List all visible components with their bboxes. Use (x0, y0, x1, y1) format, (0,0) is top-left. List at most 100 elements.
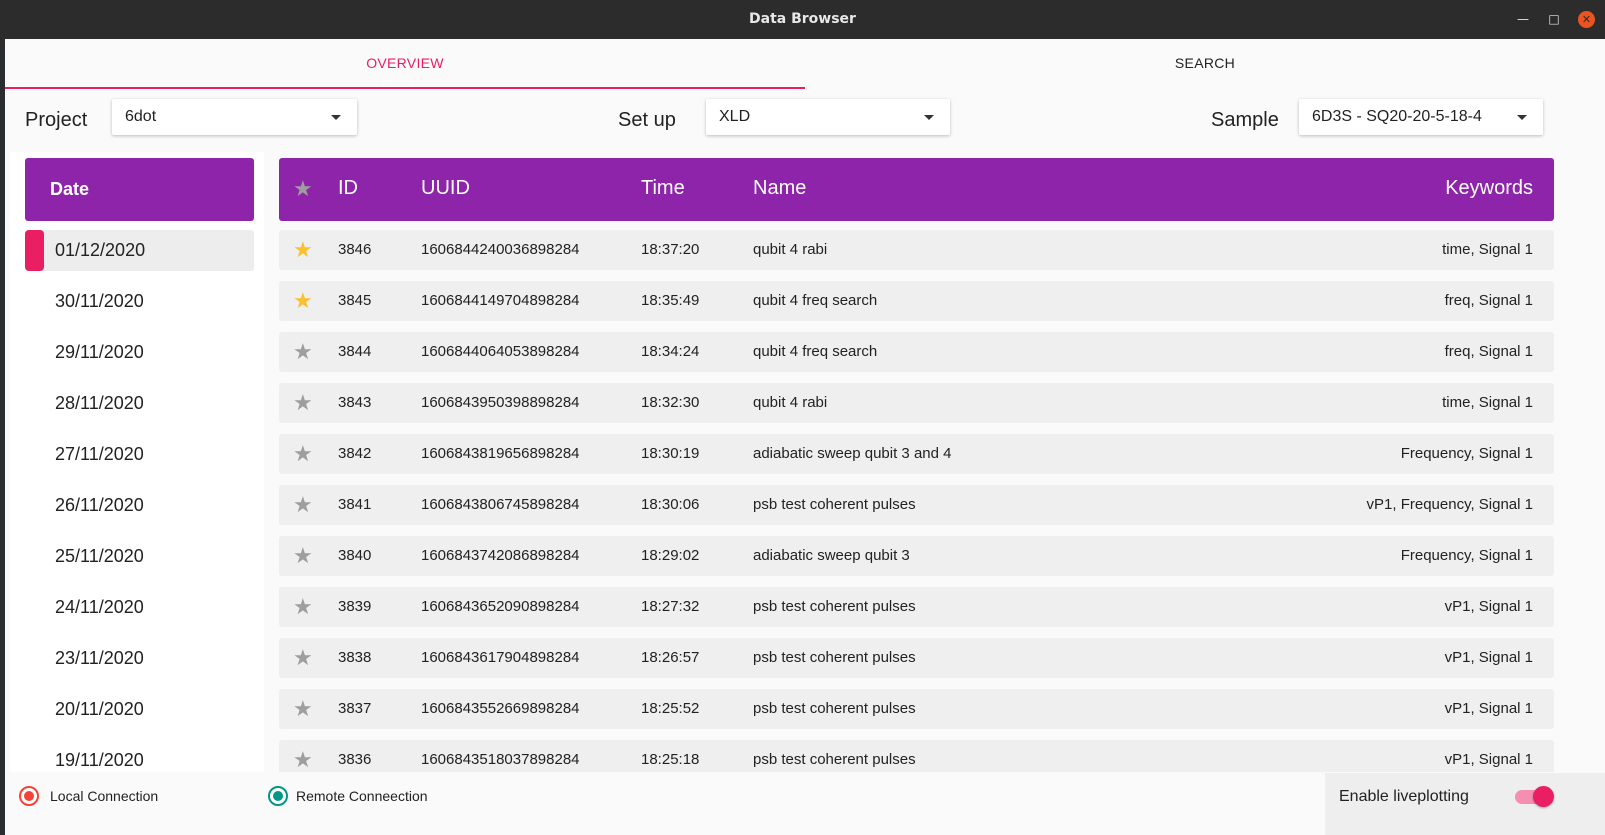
row-keywords: freq, Signal 1 (1444, 292, 1533, 309)
star-icon[interactable]: ★ (293, 647, 313, 669)
row-keywords: time, Signal 1 (1442, 394, 1533, 411)
row-uuid: 1606844149704898284 (421, 292, 580, 309)
row-id: 3844 (338, 343, 372, 360)
table-row[interactable]: ★ 3839 1606843652090898284 18:27:32 psb test… (279, 587, 1554, 627)
date-label: 01/12/2020 (55, 240, 146, 260)
table-header: ★ ID UUID Time Name Keywords (279, 158, 1554, 221)
maximize-icon[interactable]: □ (1547, 12, 1561, 26)
row-id: 3842 (338, 445, 372, 462)
column-header-time[interactable]: Time (641, 177, 685, 200)
date-list-item[interactable]: 30/11/2020 (25, 281, 254, 322)
row-id: 3840 (338, 547, 372, 564)
date-list-item[interactable]: 01/12/2020 (25, 230, 254, 271)
sample-select[interactable]: 6D3S - SQ20-20-5-18-4 (1299, 99, 1543, 135)
date-list-item[interactable]: 28/11/2020 (25, 383, 254, 424)
project-select-value: 6dot (125, 108, 157, 125)
date-list-item[interactable]: 29/11/2020 (25, 332, 254, 373)
row-name: qubit 4 freq search (753, 343, 878, 360)
setup-label: Set up (618, 109, 676, 131)
row-name: adiabatic sweep qubit 3 (753, 547, 910, 564)
column-header-name[interactable]: Name (753, 177, 806, 200)
row-name: adiabatic sweep qubit 3 and 4 (753, 445, 952, 462)
liveplotting-label: Enable liveplotting (1339, 788, 1469, 805)
date-list-item[interactable]: 26/11/2020 (25, 485, 254, 526)
star-icon[interactable]: ★ (293, 596, 313, 618)
row-uuid: 1606843819656898284 (421, 445, 580, 462)
row-time: 18:25:52 (641, 700, 700, 717)
date-list-panel[interactable]: Date 01/12/2020 30/11/2020 29/11/2020 28/11… (10, 152, 264, 822)
table-row[interactable]: ★ 3841 1606843806745898284 18:30:06 psb test… (279, 485, 1554, 525)
setup-select-value: XLD (719, 108, 751, 125)
sample-label: Sample (1211, 109, 1279, 131)
date-label: 24/11/2020 (55, 597, 144, 617)
star-icon[interactable]: ★ (293, 494, 313, 516)
row-name: psb test coherent pulses (753, 700, 916, 717)
row-time: 18:30:06 (641, 496, 700, 513)
liveplotting-toggle-thumb[interactable] (1533, 786, 1554, 807)
app-window: OVERVIEW SEARCH Project 6dot Set up XLD … (5, 39, 1605, 835)
table-row[interactable]: ★ 3842 1606843819656898284 18:30:19 adiabati… (279, 434, 1554, 474)
row-id: 3838 (338, 649, 372, 666)
column-header-uuid[interactable]: UUID (421, 177, 470, 200)
row-time: 18:35:49 (641, 292, 700, 309)
star-icon[interactable]: ★ (293, 392, 313, 414)
row-uuid: 1606843950398898284 (421, 394, 580, 411)
row-name: psb test coherent pulses (753, 649, 916, 666)
date-label: 29/11/2020 (55, 342, 144, 362)
tab-overview[interactable]: OVERVIEW (5, 39, 805, 89)
star-filled-icon[interactable]: ★ (293, 290, 313, 312)
minimize-icon[interactable]: — (1516, 12, 1530, 26)
star-icon[interactable]: ★ (293, 749, 313, 771)
close-icon[interactable]: ✕ (1578, 11, 1595, 28)
column-header-id[interactable]: ID (338, 177, 358, 200)
star-icon[interactable]: ★ (293, 545, 313, 567)
chevron-down-icon (1517, 115, 1527, 120)
star-column-icon: ★ (293, 176, 313, 201)
project-select[interactable]: 6dot (112, 99, 357, 135)
active-tab-indicator (5, 87, 805, 89)
date-header-label: Date (50, 179, 90, 199)
column-header-keywords[interactable]: Keywords (1445, 177, 1533, 200)
date-list-item[interactable]: 20/11/2020 (25, 689, 254, 730)
table-row[interactable]: ★ 3840 1606843742086898284 18:29:02 adiabati… (279, 536, 1554, 576)
row-time: 18:25:18 (641, 751, 700, 768)
row-id: 3839 (338, 598, 372, 615)
date-list-item[interactable]: 23/11/2020 (25, 638, 254, 679)
date-header: Date (25, 158, 254, 221)
date-list-item[interactable]: 25/11/2020 (25, 536, 254, 577)
row-id: 3846 (338, 241, 372, 258)
date-label: 28/11/2020 (55, 393, 144, 413)
star-icon[interactable]: ★ (293, 341, 313, 363)
table-row[interactable]: ★ 3838 1606843617904898284 18:26:57 psb test… (279, 638, 1554, 678)
project-label: Project (25, 109, 88, 131)
row-uuid: 1606843552669898284 (421, 700, 580, 717)
remote-connection-label: Remote Conneection (296, 788, 428, 804)
row-time: 18:26:57 (641, 649, 700, 666)
sample-select-value: 6D3S - SQ20-20-5-18-4 (1312, 108, 1482, 125)
row-uuid: 1606843742086898284 (421, 547, 580, 564)
date-list-item[interactable]: 24/11/2020 (25, 587, 254, 628)
local-connection-label: Local Connection (50, 788, 159, 804)
table-row[interactable]: ★ 3845 1606844149704898284 18:35:49 qubit 4 … (279, 281, 1554, 321)
star-icon[interactable]: ★ (293, 443, 313, 465)
table-row[interactable]: ★ 3837 1606843552669898284 18:25:52 psb test… (279, 689, 1554, 729)
date-label: 20/11/2020 (55, 699, 144, 719)
row-uuid: 1606843652090898284 (421, 598, 580, 615)
local-connection-indicator[interactable] (19, 786, 39, 806)
row-keywords: vP1, Signal 1 (1444, 751, 1533, 768)
chevron-down-icon (331, 115, 341, 120)
star-icon[interactable]: ★ (293, 698, 313, 720)
setup-select[interactable]: XLD (706, 99, 950, 135)
tab-search[interactable]: SEARCH (805, 39, 1605, 89)
measurement-table[interactable]: ★ ID UUID Time Name Keywords ★ 3846 160684… (269, 152, 1605, 822)
date-label: 19/11/2020 (55, 750, 144, 770)
table-row[interactable]: ★ 3844 1606844064053898284 18:34:24 qubit 4 … (279, 332, 1554, 372)
row-keywords: vP1, Signal 1 (1444, 649, 1533, 666)
table-row[interactable]: ★ 3843 1606843950398898284 18:32:30 qubit 4 … (279, 383, 1554, 423)
table-row[interactable]: ★ 3846 1606844240036898284 18:37:20 qubit 4 … (279, 230, 1554, 270)
row-name: psb test coherent pulses (753, 496, 916, 513)
remote-connection-indicator[interactable] (268, 786, 288, 806)
date-list-item[interactable]: 27/11/2020 (25, 434, 254, 475)
star-filled-icon[interactable]: ★ (293, 239, 313, 261)
row-uuid: 1606843518037898284 (421, 751, 580, 768)
